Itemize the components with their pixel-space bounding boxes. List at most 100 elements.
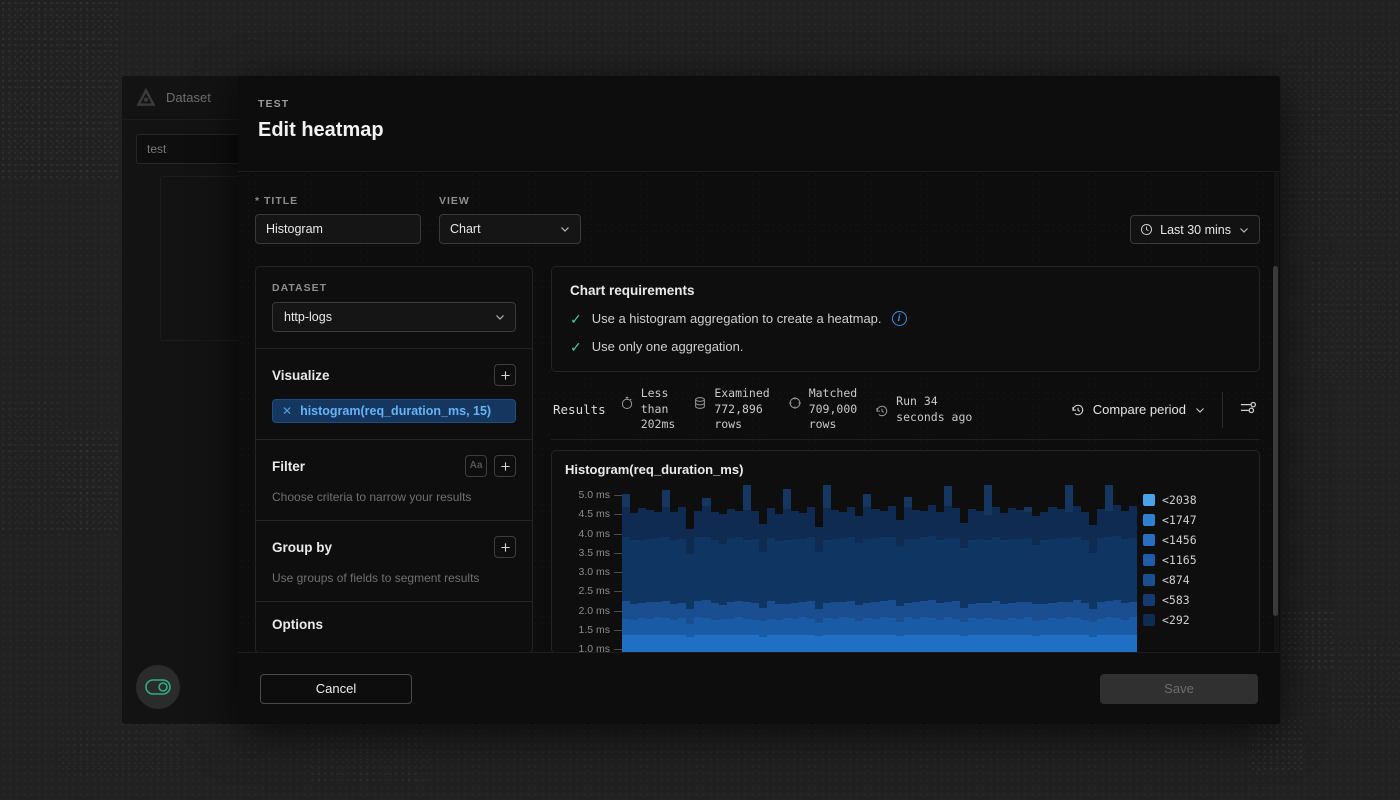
heatmap-cell <box>1113 618 1121 634</box>
legend-item[interactable]: <2038 <box>1143 493 1251 507</box>
heatmap-column[interactable] <box>1040 485 1048 653</box>
heatmap-column[interactable] <box>936 485 944 653</box>
heatmap-column[interactable] <box>646 485 654 653</box>
heatmap-column[interactable] <box>952 485 960 653</box>
heatmap-column[interactable] <box>928 485 936 653</box>
results-bar: Results Less than 202ms <box>551 380 1260 440</box>
heatmap-column[interactable] <box>711 485 719 653</box>
visualize-chip[interactable]: ✕ histogram(req_duration_ms, 15) <box>272 399 516 423</box>
heatmap-column[interactable] <box>1105 485 1113 653</box>
heatmap-column[interactable] <box>719 485 727 653</box>
heatmap-column[interactable] <box>944 485 952 653</box>
heatmap-column[interactable] <box>670 485 678 653</box>
heatmap-column[interactable] <box>960 485 968 653</box>
heatmap-column[interactable] <box>823 485 831 653</box>
heatmap-column[interactable] <box>1081 485 1089 653</box>
heatmap-column[interactable] <box>767 485 775 653</box>
heatmap-column[interactable] <box>815 485 823 653</box>
heatmap-column[interactable] <box>735 485 743 653</box>
heatmap-column[interactable] <box>992 485 1000 653</box>
heatmap-column[interactable] <box>904 485 912 653</box>
compare-period-dropdown[interactable]: Compare period <box>1071 402 1222 417</box>
heatmap-column[interactable] <box>976 485 984 653</box>
time-range-picker[interactable]: Last 30 mins <box>1130 215 1260 244</box>
heatmap-column[interactable] <box>920 485 928 653</box>
heatmap-column[interactable] <box>1032 485 1040 653</box>
legend-item[interactable]: <583 <box>1143 593 1251 607</box>
heatmap-column[interactable] <box>1016 485 1024 653</box>
heatmap-column[interactable] <box>694 485 702 653</box>
heatmap-column[interactable] <box>791 485 799 653</box>
heatmap-column[interactable] <box>1129 485 1137 653</box>
heatmap-column[interactable] <box>1113 485 1121 653</box>
dataset-select[interactable]: http-logs <box>272 302 516 332</box>
heatmap-column[interactable] <box>775 485 783 653</box>
options-section[interactable]: Options <box>256 602 532 648</box>
heatmap-column[interactable] <box>1057 485 1065 653</box>
heatmap-column[interactable] <box>1000 485 1008 653</box>
heatmap-column[interactable] <box>863 485 871 653</box>
heatmap-cell <box>944 538 952 602</box>
chart-settings-button[interactable] <box>1223 398 1258 421</box>
heatmap-column[interactable] <box>1121 485 1129 653</box>
heatmap-column[interactable] <box>759 485 767 653</box>
heatmap-column[interactable] <box>1089 485 1097 653</box>
legend-item[interactable]: <874 <box>1143 573 1251 587</box>
stat-matched-text: Matched 709,000 rows <box>809 386 857 433</box>
heatmap-cell <box>920 537 928 601</box>
heatmap-column[interactable] <box>968 485 976 653</box>
add-visualize-button[interactable] <box>494 364 516 386</box>
heatmap-column[interactable] <box>630 485 638 653</box>
cancel-button[interactable]: Cancel <box>260 674 412 704</box>
title-input[interactable]: Histogram <box>255 214 421 244</box>
legend-item[interactable]: <1456 <box>1143 533 1251 547</box>
heatmap-column[interactable] <box>839 485 847 653</box>
add-filter-button[interactable] <box>494 455 516 477</box>
heatmap-column[interactable] <box>678 485 686 653</box>
heatmap-column[interactable] <box>743 485 751 653</box>
heatmap-column[interactable] <box>807 485 815 653</box>
heatmap-column[interactable] <box>662 485 670 653</box>
heatmap-column[interactable] <box>638 485 646 653</box>
legend-item[interactable]: <1747 <box>1143 513 1251 527</box>
view-select[interactable]: Chart <box>439 214 581 244</box>
heatmap-column[interactable] <box>880 485 888 653</box>
save-button[interactable]: Save <box>1100 674 1258 704</box>
heatmap-column[interactable] <box>654 485 662 653</box>
modal-scrollbar-track[interactable] <box>1274 172 1279 724</box>
heatmap-column[interactable] <box>1097 485 1105 653</box>
heatmap-column[interactable] <box>1024 485 1032 653</box>
heatmap-column[interactable] <box>831 485 839 653</box>
heatmap-column[interactable] <box>1073 485 1081 653</box>
legend-item[interactable]: <292 <box>1143 613 1251 627</box>
info-icon[interactable]: i <box>892 311 907 326</box>
heatmap-column[interactable] <box>871 485 879 653</box>
feedback-toggle-button[interactable] <box>136 665 180 709</box>
heatmap-column[interactable] <box>783 485 791 653</box>
heatmap-column[interactable] <box>751 485 759 653</box>
heatmap-column[interactable] <box>702 485 710 653</box>
heatmap-cell <box>743 510 751 540</box>
heatmap-cell <box>815 485 823 527</box>
filter-text-mode-button[interactable]: Aa <box>465 455 487 477</box>
heatmap-column[interactable] <box>799 485 807 653</box>
heatmap-column[interactable] <box>1065 485 1073 653</box>
add-groupby-button[interactable] <box>494 536 516 558</box>
heatmap-column[interactable] <box>622 485 630 653</box>
heatmap-column[interactable] <box>847 485 855 653</box>
heatmap-column[interactable] <box>1048 485 1056 653</box>
legend-swatch <box>1143 494 1155 506</box>
legend-item[interactable]: <1165 <box>1143 553 1251 567</box>
heatmap-column[interactable] <box>855 485 863 653</box>
legend-label: <2038 <box>1162 493 1197 507</box>
heatmap-plot[interactable] <box>622 485 1137 653</box>
heatmap-column[interactable] <box>686 485 694 653</box>
heatmap-column[interactable] <box>888 485 896 653</box>
heatmap-column[interactable] <box>727 485 735 653</box>
modal-scrollbar-thumb[interactable] <box>1273 266 1278 616</box>
heatmap-column[interactable] <box>984 485 992 653</box>
heatmap-column[interactable] <box>896 485 904 653</box>
heatmap-column[interactable] <box>1008 485 1016 653</box>
heatmap-column[interactable] <box>912 485 920 653</box>
close-icon[interactable]: ✕ <box>282 404 292 418</box>
